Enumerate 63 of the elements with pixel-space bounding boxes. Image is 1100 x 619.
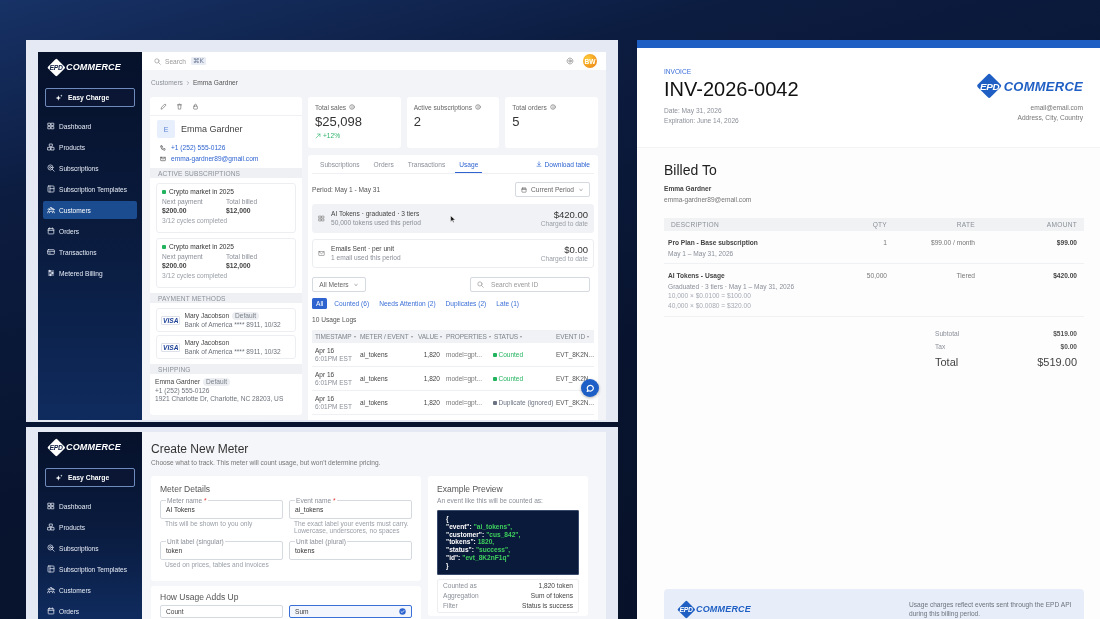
trend-arrow-icon: [315, 132, 321, 139]
sparkle-icon: [55, 93, 63, 102]
window-icon: [47, 185, 55, 193]
total-amount: $519.00: [1037, 355, 1077, 368]
caret-icon: [439, 334, 444, 339]
logo-mark: EPD: [976, 73, 1003, 99]
phone-icon: [160, 144, 166, 151]
chevron-down-icon: [352, 281, 359, 288]
magnifier-icon: [47, 544, 55, 552]
magnifier-icon: [47, 164, 55, 172]
download-icon: [535, 161, 542, 167]
stat-value: 5: [512, 114, 521, 129]
mail-icon: [160, 155, 166, 162]
calendar-icon: [47, 227, 55, 235]
stat-value: $25,098: [315, 114, 363, 129]
card-title: Meter Details: [160, 484, 212, 494]
caret-icon: [487, 334, 492, 339]
chevron-down-icon: [578, 186, 584, 193]
info-icon: [349, 104, 356, 110]
boxes-icon: [47, 523, 55, 531]
logo-text: COMMERCE: [66, 62, 121, 72]
customer-name: Emma Gardner: [181, 124, 243, 134]
mail-icon: [318, 250, 325, 257]
section-title: Billed To: [664, 162, 718, 178]
caret-icon: [586, 334, 591, 339]
window-icon: [47, 565, 55, 573]
lock-icon[interactable]: [192, 102, 199, 110]
people-icon: [47, 206, 55, 214]
stat-value: 2: [413, 114, 422, 129]
logo-text: COMMERCE: [1003, 78, 1083, 94]
meter-amount: $420.00: [552, 209, 588, 220]
meter-amount: $0.00: [563, 244, 588, 255]
info-icon: [474, 104, 481, 110]
logo-text: COMMERCE: [66, 442, 121, 452]
chat-icon: [584, 382, 596, 394]
card-title: Example Preview: [437, 484, 504, 494]
cursor-icon: [450, 215, 456, 223]
trash-icon[interactable]: [176, 102, 183, 110]
invoice-number: INV-2026-0042: [664, 78, 799, 100]
calendar-icon: [47, 607, 55, 615]
caret-icon: [519, 334, 524, 339]
check-icon: [399, 608, 406, 615]
grid-icon: [47, 502, 55, 510]
pencil-icon[interactable]: [160, 102, 167, 110]
info-icon: [549, 104, 556, 110]
settings-icon[interactable]: [566, 57, 574, 65]
page-title: Create New Meter: [151, 442, 250, 456]
boxes-icon: [47, 143, 55, 151]
calendar-icon: [521, 186, 528, 193]
search-icon: [477, 281, 484, 288]
chevron-right-icon: [184, 80, 191, 86]
search-icon: [154, 57, 161, 65]
sliders-icon: [47, 269, 55, 277]
grid-icon: [318, 215, 325, 222]
card-icon: [47, 248, 55, 256]
logo-text: COMMERCE: [696, 604, 751, 614]
card-title: How Usage Adds Up: [160, 592, 240, 602]
sparkle-icon: [55, 473, 63, 482]
caret-icon: [352, 334, 357, 339]
grid-icon: [47, 122, 55, 130]
total-label: Total: [935, 355, 959, 368]
people-icon: [47, 586, 55, 594]
caret-icon: [409, 334, 414, 339]
